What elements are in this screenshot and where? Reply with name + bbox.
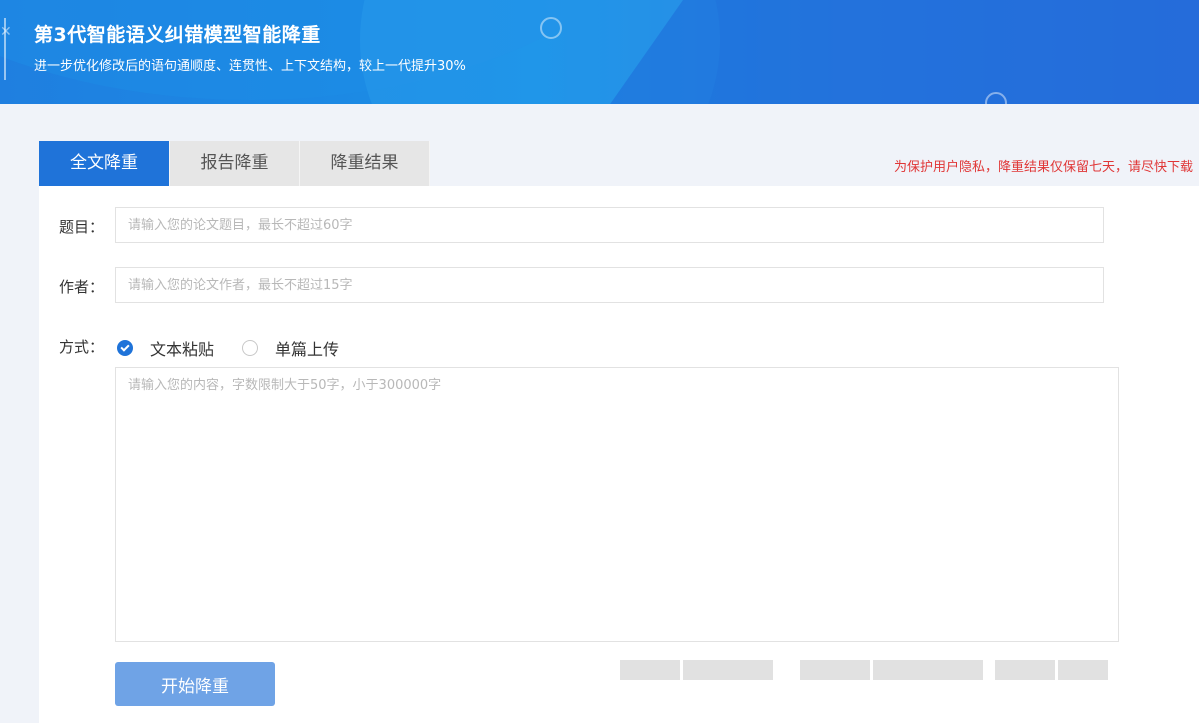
tab-bar: 全文降重 报告降重 降重结果 xyxy=(39,141,430,186)
title-label: 题目： xyxy=(59,218,105,236)
banner-subtitle: 进一步优化修改后的语句通顺度、连贯性、上下文结构，较上一代提升30% xyxy=(34,59,466,74)
privacy-notice: 为保护用户隐私，降重结果仅保留七天，请尽快下载 xyxy=(893,160,1193,175)
tab-results[interactable]: 降重结果 xyxy=(300,141,430,186)
content-textarea[interactable] xyxy=(115,367,1119,642)
blurred-text xyxy=(800,660,983,680)
radio-single-upload[interactable] xyxy=(242,340,259,356)
method-label: 方式： xyxy=(59,338,105,356)
start-button[interactable]: 开始降重 xyxy=(115,662,275,706)
author-input[interactable] xyxy=(115,267,1104,303)
blurred-text xyxy=(995,660,1108,680)
tab-full-text[interactable]: 全文降重 xyxy=(39,141,170,186)
header-banner: ✕ 第3代智能语义纠错模型智能降重 进一步优化修改后的语句通顺度、连贯性、上下文… xyxy=(0,0,1199,104)
blurred-text xyxy=(620,660,773,680)
radio-paste-text[interactable] xyxy=(117,340,133,356)
radio-paste-text-label[interactable]: 文本粘贴 xyxy=(150,336,214,360)
ring-decoration-icon xyxy=(540,17,562,39)
cross-decoration-icon: ✕ xyxy=(0,24,12,40)
tab-report[interactable]: 报告降重 xyxy=(170,141,300,186)
banner-title: 第3代智能语义纠错模型智能降重 xyxy=(34,24,321,46)
title-input[interactable] xyxy=(115,207,1104,243)
author-label: 作者： xyxy=(59,278,105,296)
radio-single-upload-label[interactable]: 单篇上传 xyxy=(275,336,339,360)
method-radio-group: 文本粘贴 单篇上传 xyxy=(117,336,339,360)
form-panel: 题目： 作者： 方式： 文本粘贴 单篇上传 开始降重 xyxy=(39,186,1199,723)
